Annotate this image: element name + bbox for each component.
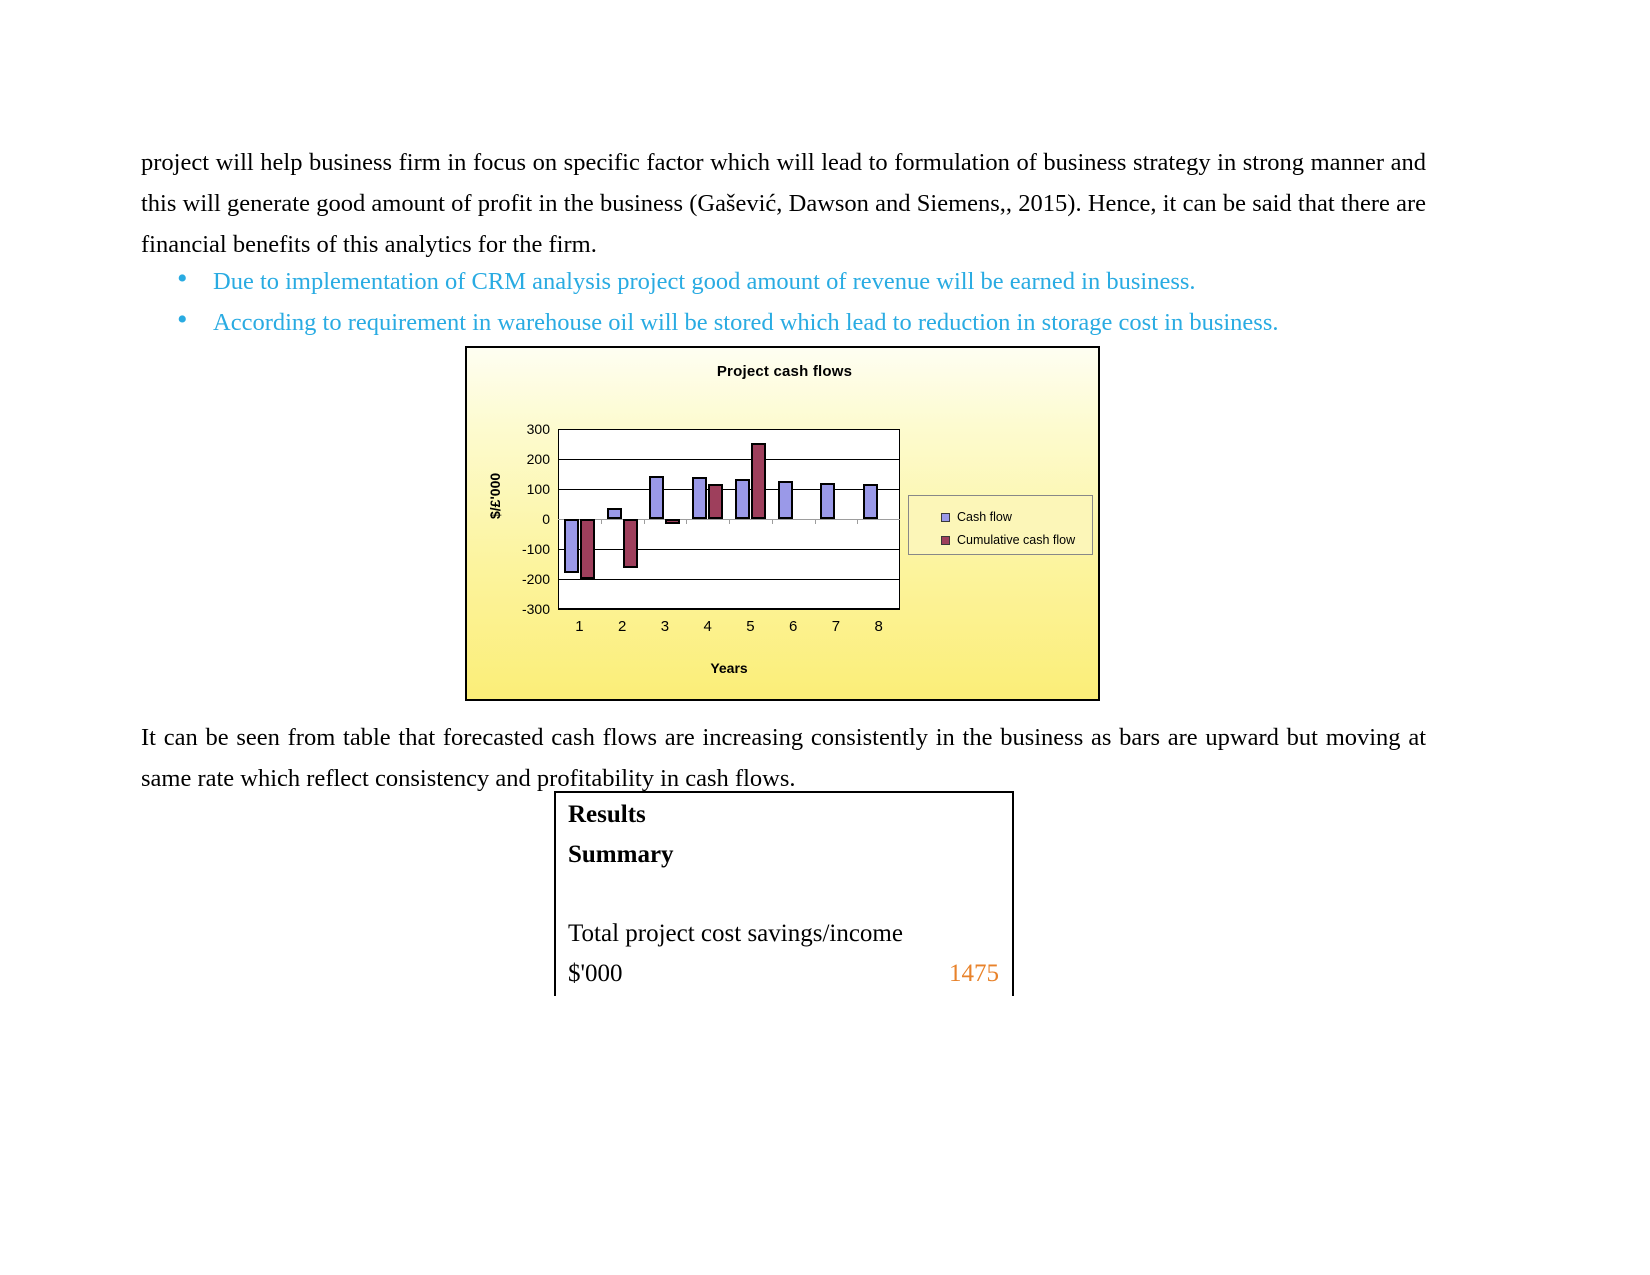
chart-x-tick-mark — [814, 519, 816, 524]
legend-label: Cash flow — [957, 510, 1012, 524]
chart-y-tick-label: -300 — [521, 601, 550, 617]
chart-x-tick-label: 5 — [746, 618, 755, 635]
document-page: project will help business firm in focus… — [0, 0, 1650, 1275]
chart-x-tick-mark — [600, 519, 602, 524]
list-item-label: Due to implementation of CRM analysis pr… — [213, 268, 1196, 295]
chart-gridline — [558, 428, 900, 430]
results-heading-line-2: Summary — [568, 841, 674, 868]
chart-gridline — [558, 578, 900, 580]
chart-x-tick-mark — [729, 519, 730, 524]
list-item: • Due to implementation of CRM analysis … — [170, 263, 1430, 304]
chart-x-tick-mark — [686, 519, 688, 524]
bullet-marker-icon: • — [177, 303, 188, 336]
chart-bar — [692, 477, 708, 519]
chart-plot-area: 300 200 100 0 -100 -200 -300 1 2 3 4 5 6 7 8 — [522, 421, 900, 635]
results-summary-table: Results Summary Total project cost savin… — [554, 791, 1014, 996]
chart-x-tick-mark — [857, 519, 859, 524]
chart-x-tick-label: 7 — [831, 618, 841, 635]
chart-bar — [734, 479, 750, 519]
chart-x-tick-label: 4 — [703, 618, 712, 635]
chart-gridline — [558, 548, 900, 550]
results-unit-label: $'000 — [568, 960, 623, 987]
results-row-label: Total project cost savings/income — [568, 920, 903, 947]
list-item-label: According to requirement in warehouse oi… — [213, 309, 1279, 336]
chart-bar — [863, 484, 879, 519]
chart-container: Project cash flows $/£'000 300 200 100 0 -10… — [465, 346, 1100, 701]
chart-x-tick-label: 1 — [575, 618, 584, 635]
paragraph-bottom: It can be seen from table that forecaste… — [141, 724, 1426, 792]
chart-legend: Cash flow Cumulative cash flow — [908, 495, 1093, 555]
legend-swatch-icon — [941, 535, 950, 545]
chart-y-tick-label: 100 — [526, 481, 550, 497]
chart-y-tick-label: -100 — [521, 541, 550, 557]
chart-x-axis-label: Years — [710, 660, 748, 676]
chart-bar — [820, 482, 836, 519]
chart-y-tick-label: 300 — [526, 421, 550, 437]
chart-bar — [665, 519, 681, 525]
chart-y-tick-label: 200 — [526, 451, 550, 467]
chart-x-tick-label: 6 — [788, 618, 798, 635]
chart-x-tick-label: 8 — [874, 618, 883, 635]
chart-bar — [777, 480, 793, 519]
legend-swatch-icon — [941, 512, 950, 522]
results-heading-line-1: Results — [568, 801, 646, 828]
chart-title: Project cash flows — [716, 363, 853, 380]
chart-bar — [750, 442, 766, 519]
chart-gridline — [558, 608, 900, 610]
chart-bar — [606, 507, 622, 519]
legend-item-cumulative-cash-flow: Cumulative cash flow — [941, 533, 1075, 547]
chart-x-tick-label: 3 — [660, 618, 670, 635]
results-value: 1475 — [949, 960, 999, 987]
bullet-list: • Due to implementation of CRM analysis … — [170, 263, 1430, 345]
chart-bar — [563, 519, 579, 573]
chart-x-tick-mark — [771, 519, 773, 524]
chart-y-axis-label: $/£'000 — [487, 472, 503, 519]
bullet-marker-icon: • — [177, 262, 188, 295]
chart-x-tick-label: 2 — [617, 618, 627, 635]
chart-bar — [622, 519, 638, 568]
chart-gridline — [558, 458, 900, 460]
chart-bar — [579, 519, 595, 579]
chart-gridline — [558, 488, 900, 490]
chart-y-tick-label: 0 — [542, 511, 550, 527]
legend-label: Cumulative cash flow — [957, 533, 1076, 547]
chart-y-tick-label: -200 — [521, 571, 550, 587]
paragraph-top: project will help business firm in focus… — [141, 149, 1426, 258]
chart-x-tick-mark — [643, 519, 645, 524]
chart-bar — [649, 476, 665, 519]
list-item: • According to requirement in warehouse … — [170, 304, 1430, 345]
legend-item-cash-flow: Cash flow — [941, 510, 1012, 524]
chart-bar — [708, 483, 724, 519]
